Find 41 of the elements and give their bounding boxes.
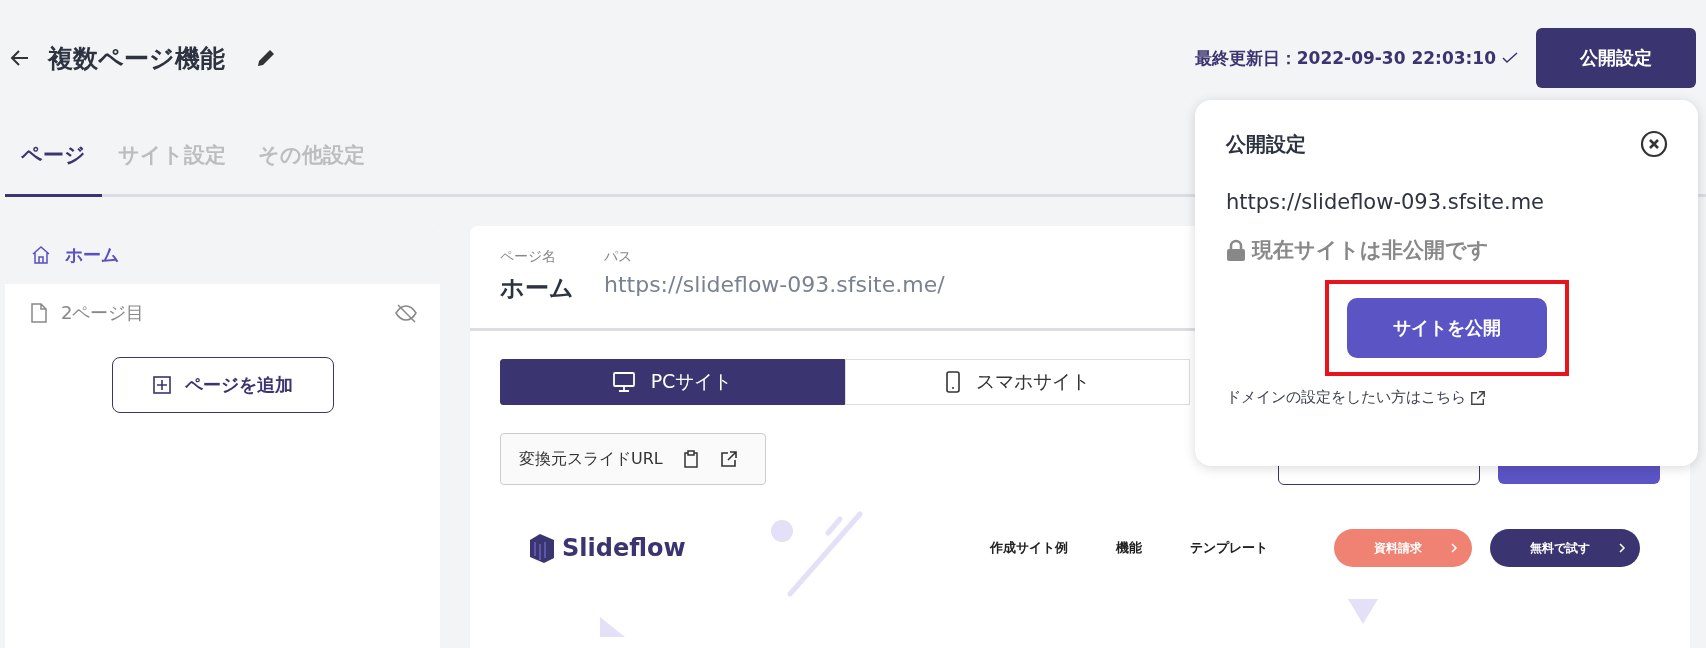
external-link-icon — [1470, 389, 1486, 406]
home-icon — [31, 245, 51, 265]
nav-link[interactable]: 作成サイト例 — [990, 539, 1068, 557]
close-icon[interactable] — [1640, 130, 1668, 158]
check-icon — [1502, 52, 1518, 64]
path-label: パス — [604, 248, 633, 266]
page-name-label: ページ名 — [500, 248, 557, 266]
eye-slash-icon[interactable] — [394, 303, 418, 323]
site-url: https://slideflow-093.sfsite.me — [1226, 190, 1546, 214]
page-path: https://slideflow-093.sfsite.me/ — [604, 272, 945, 297]
last-updated-text: 最終更新日：2022-09-30 22:03:10 — [1194, 46, 1496, 70]
tab[interactable]: ページ — [5, 116, 102, 197]
page-list-item[interactable]: ホーム — [5, 226, 440, 284]
page-name: ホーム — [500, 273, 574, 304]
cta-button[interactable]: 無料で試す — [1490, 529, 1640, 567]
chevron-right-icon — [1450, 542, 1458, 554]
domain-settings-link[interactable]: ドメインの設定をしたい方はこちら — [1226, 388, 1668, 407]
add-page-button[interactable]: ページを追加 — [111, 357, 334, 413]
monitor-icon — [612, 372, 635, 392]
back-arrow-icon[interactable] — [10, 49, 30, 67]
status-text: 現在サイトは非公開です — [1252, 237, 1489, 264]
source-slide-url-button[interactable]: 変換元スライドURL — [500, 433, 766, 485]
publish-site-button[interactable]: サイトを公開 — [1347, 298, 1547, 358]
logo-icon — [528, 532, 556, 564]
page-list-item[interactable]: 2ページ目 — [5, 284, 440, 342]
nav-link[interactable]: 機能 — [1116, 539, 1142, 557]
pencil-icon[interactable] — [255, 47, 277, 69]
page-title: 複数ページ機能 — [48, 42, 225, 75]
logo-text: Slideflow — [562, 534, 686, 562]
plus-square-icon — [152, 376, 171, 394]
device-tab[interactable]: PCサイト — [500, 359, 845, 405]
device-tab[interactable]: スマホサイト — [845, 359, 1190, 405]
nav-link[interactable]: テンプレート — [1190, 539, 1268, 557]
lock-icon — [1226, 239, 1246, 261]
external-link-icon[interactable] — [720, 450, 738, 468]
popup-title: 公開設定 — [1226, 130, 1306, 158]
file-icon — [31, 303, 47, 323]
publish-settings-button[interactable]: 公開設定 — [1536, 28, 1696, 88]
chevron-right-icon — [1618, 542, 1626, 554]
smartphone-icon — [945, 371, 960, 393]
clipboard-icon[interactable] — [684, 450, 698, 468]
